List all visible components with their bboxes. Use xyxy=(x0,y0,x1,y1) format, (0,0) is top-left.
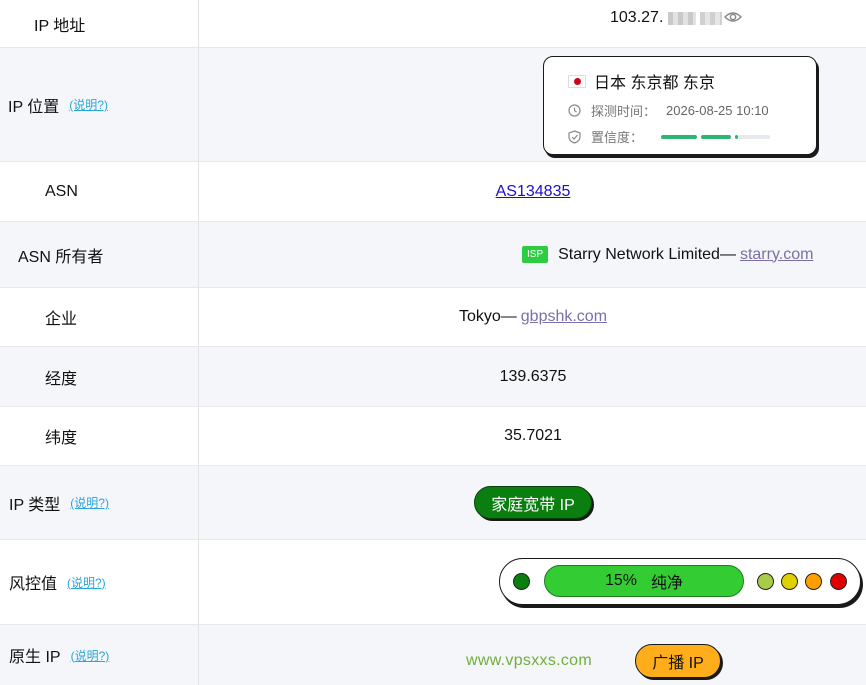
clock-icon xyxy=(568,104,581,117)
probe-time-label: 探测时间： xyxy=(591,104,657,119)
eye-icon[interactable] xyxy=(724,10,742,29)
ip-type-badge: 家庭宽带 IP xyxy=(474,486,592,519)
risk-bar: 15% 纯净 xyxy=(544,565,744,597)
row-ip-type: IP 类型 (说明?) 家庭宽带 IP xyxy=(0,466,866,540)
row-label-cell: 风控值 (说明?) xyxy=(0,540,199,624)
risk-dot-yellow xyxy=(781,573,798,590)
enterprise-name: Tokyo— xyxy=(458,308,517,325)
row-value-cell: Tokyo— gbpshk.com xyxy=(200,288,866,346)
row-value-cell: 家庭宽带 IP xyxy=(200,466,866,539)
location-place-line: 日本 东京都 东京 xyxy=(568,69,816,93)
row-label-cell: 经度 xyxy=(0,347,199,406)
watermark-text: www.vpsxxs.com xyxy=(466,652,592,669)
location-place: 日本 东京都 东京 xyxy=(594,75,715,92)
row-label-cell: 企业 xyxy=(0,288,199,346)
native-ip-help-link[interactable]: (说明?) xyxy=(71,647,110,664)
enterprise-label: 企业 xyxy=(45,311,78,328)
latitude-value: 35.7021 xyxy=(504,427,562,444)
row-risk-score: 风控值 (说明?) 15% 纯净 xyxy=(0,540,866,625)
isp-badge: ISP xyxy=(522,246,549,263)
ip-type-help-link[interactable]: (说明?) xyxy=(70,494,109,511)
row-asn-owner: ASN 所有者 ISP Starry Network Limited— star… xyxy=(0,222,866,288)
row-label-cell: 原生 IP (说明?) xyxy=(0,625,199,685)
row-value-cell: 103.27. xyxy=(200,0,866,47)
row-value-cell: 35.7021 xyxy=(200,407,866,465)
row-value-cell: 日本 东京都 东京 探测时间： 2026-08-25 10:10 置信度： xyxy=(200,48,866,161)
row-longitude: 经度 139.6375 xyxy=(0,347,866,407)
confidence-segment xyxy=(701,134,732,139)
risk-dot-orange xyxy=(805,573,822,590)
row-asn: ASN AS134835 xyxy=(0,162,866,222)
row-value-cell: AS134835 xyxy=(200,162,866,221)
row-value-cell: www.vpsxxs.com 广播 IP xyxy=(200,625,866,685)
risk-meter: 15% 纯净 xyxy=(499,558,861,605)
row-value-cell: 139.6375 xyxy=(200,347,866,406)
confidence-line: 置信度： xyxy=(568,127,816,146)
row-label-cell: IP 位置 (说明?) xyxy=(0,48,199,161)
row-native-ip: 原生 IP (说明?) www.vpsxxs.com 广播 IP xyxy=(0,625,866,685)
risk-status: 纯净 xyxy=(651,575,684,592)
row-ip-location: IP 位置 (说明?) 日本 东京都 东京 探测时间： 2026-08-25 1… xyxy=(0,48,866,162)
risk-score-help-link[interactable]: (说明?) xyxy=(67,574,106,591)
ip-location-help-link[interactable]: (说明?) xyxy=(69,96,108,113)
native-ip-badge: 广播 IP xyxy=(635,644,721,678)
confidence-label: 置信度： xyxy=(591,130,644,145)
location-card: 日本 东京都 东京 探测时间： 2026-08-25 10:10 置信度： xyxy=(543,56,817,155)
risk-dot-red xyxy=(830,573,847,590)
longitude-value: 139.6375 xyxy=(499,367,567,385)
confidence-bar xyxy=(661,134,774,139)
row-label-cell: ASN xyxy=(0,162,199,221)
ip-address-label: IP 地址 xyxy=(34,17,86,35)
risk-percent: 15% xyxy=(604,572,637,589)
latitude-label: 纬度 xyxy=(45,430,78,447)
asn-owner-domain-link[interactable]: starry.com xyxy=(740,246,813,264)
asn-link[interactable]: AS134835 xyxy=(496,183,571,201)
row-value-cell: 15% 纯净 xyxy=(200,540,866,624)
ip-location-label: IP 位置 xyxy=(8,98,60,116)
row-label-cell: IP 地址 xyxy=(0,0,199,47)
risk-dot-green xyxy=(513,573,530,590)
row-value-cell: ISP Starry Network Limited— starry.com xyxy=(200,222,866,287)
row-label-cell: ASN 所有者 xyxy=(0,222,199,287)
risk-dot-lightgreen xyxy=(757,573,774,590)
ip-mask-block xyxy=(668,12,696,25)
enterprise-domain-link[interactable]: gbpshk.com xyxy=(521,308,607,326)
asn-label: ASN xyxy=(45,182,78,200)
row-label-cell: IP 类型 (说明?) xyxy=(0,466,199,539)
row-latitude: 纬度 35.7021 xyxy=(0,407,866,466)
ip-address-value: 103.27. xyxy=(610,9,664,26)
asn-owner-label: ASN 所有者 xyxy=(18,248,104,266)
shield-check-icon xyxy=(568,129,581,144)
probe-time-line: 探测时间： 2026-08-25 10:10 xyxy=(568,101,816,120)
confidence-segment xyxy=(661,134,698,139)
row-ip-address: IP 地址 103.27. xyxy=(0,0,866,48)
confidence-segment-empty xyxy=(738,134,771,139)
row-enterprise: 企业 Tokyo— gbpshk.com xyxy=(0,288,866,347)
ip-type-label: IP 类型 xyxy=(9,496,61,514)
longitude-label: 经度 xyxy=(45,370,78,388)
asn-owner-name: Starry Network Limited— xyxy=(558,245,736,263)
risk-score-label: 风控值 xyxy=(9,576,58,593)
japan-flag-icon xyxy=(568,74,586,88)
probe-time-value: 2026-08-25 10:10 xyxy=(666,103,769,118)
native-ip-label: 原生 IP xyxy=(9,649,61,666)
row-label-cell: 纬度 xyxy=(0,407,199,465)
ip-mask-block xyxy=(700,12,722,25)
